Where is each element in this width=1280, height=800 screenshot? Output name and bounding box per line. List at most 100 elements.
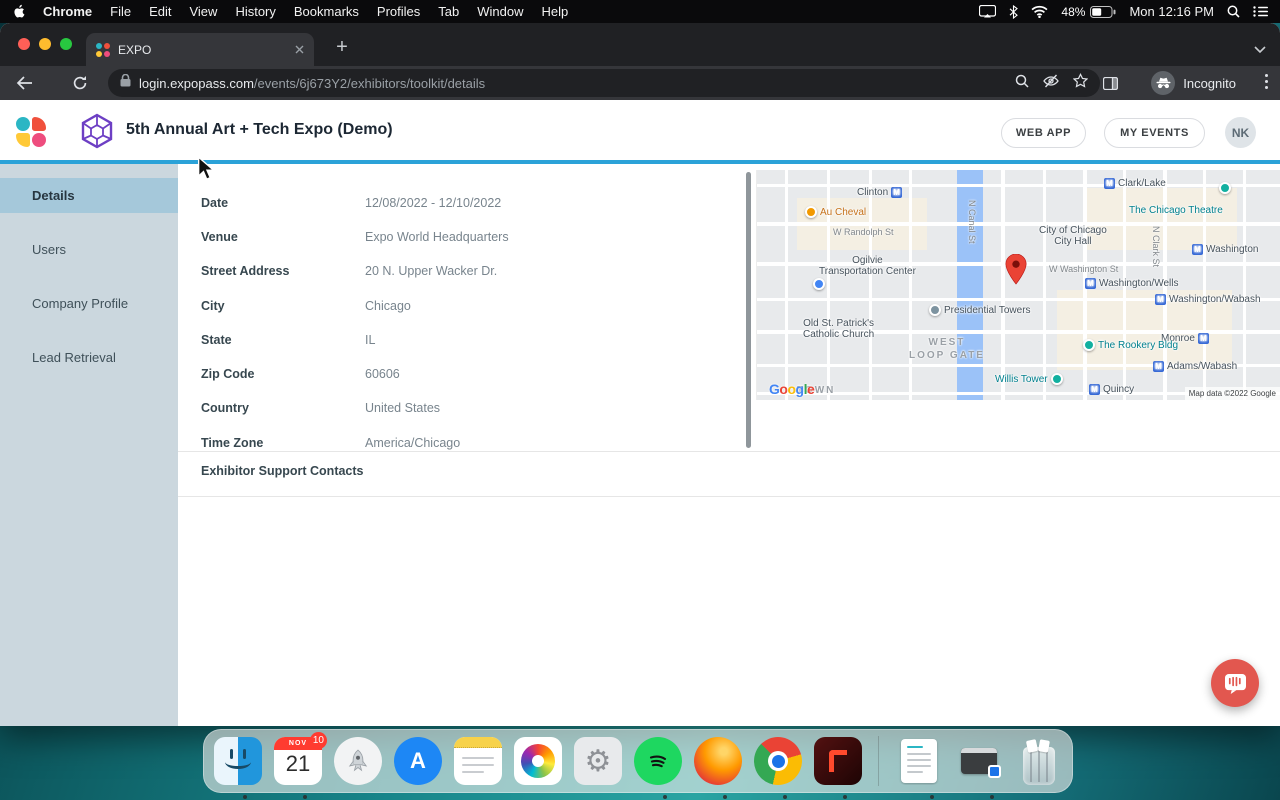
menu-item-file[interactable]: File [110,4,131,19]
map-label-washington-wabash: M Washington/Wabash [1155,294,1261,305]
search-icon[interactable] [1015,74,1029,93]
dock-icon-app-store[interactable]: A [394,737,442,785]
window-controls [18,38,72,50]
window-zoom-button[interactable] [60,38,72,50]
eye-off-icon[interactable] [1043,74,1059,93]
bluetooth-icon[interactable] [1009,4,1019,19]
running-indicator [843,795,847,799]
intercom-chat-button[interactable] [1211,659,1259,707]
sidebar-item-users[interactable]: Users [0,232,178,267]
dock-icon-firefox[interactable] [694,737,742,785]
incognito-badge[interactable]: Incognito [1151,69,1236,97]
dock-icon-trash[interactable] [1015,737,1063,785]
metro-station-icon: M [1192,244,1203,255]
map-district-west-loop: WEST LOOP GATE [909,337,985,361]
map-label-ogilvie: Ogilvie Transportation Center [819,255,916,277]
building-poi-icon [929,304,941,316]
sidebar-item-company-profile[interactable]: Company Profile [0,286,178,321]
running-indicator [303,795,307,799]
browser-toolbar: login.expopass.com/events/6j673Y2/exhibi… [0,66,1280,100]
apple-menu-icon[interactable] [12,4,25,19]
running-indicator [723,795,727,799]
table-row: State IL [178,333,738,363]
url-text: login.expopass.com/events/6j673Y2/exhibi… [139,76,485,91]
sidebar-item-lead-retrieval[interactable]: Lead Retrieval [0,340,178,375]
url-path: /events/6j673Y2/exhibitors/toolkit/detai… [253,75,486,91]
menu-item-edit[interactable]: Edit [149,4,171,19]
web-app-button[interactable]: WEB APP [1001,118,1086,148]
metro-station-icon: M [1197,333,1209,344]
dock-icon-photos[interactable] [514,737,562,785]
running-indicator [990,795,994,799]
map-block [1087,188,1237,250]
menu-item-history[interactable]: History [235,4,275,19]
screen-mirroring-icon[interactable] [979,5,997,18]
user-avatar[interactable]: NK [1225,117,1256,148]
dock-icon-chrome[interactable] [754,737,802,785]
map-label-au-cheval: Au Cheval [805,206,866,218]
dock-icon-adobe-app[interactable] [814,737,862,785]
map-label-washington: M Washington [1192,244,1258,255]
dock-icon-calendar[interactable]: 10 NOV 21 [274,732,327,785]
new-tab-button[interactable]: + [330,37,354,57]
control-center-icon[interactable] [1253,6,1268,17]
table-row: Country United States [178,401,738,431]
sidebar-item-details[interactable]: Details [0,178,178,213]
event-hexagon-icon [80,113,114,154]
reload-button[interactable] [66,69,94,97]
battery-indicator[interactable]: 48% [1061,5,1116,19]
browser-tab-expo[interactable]: EXPO [86,33,314,66]
dock-icon-system-preferences[interactable]: ⚙ [574,737,622,785]
window-close-button[interactable] [18,38,30,50]
map-label-clinton: Clinton M [857,187,903,198]
dock-icon-spotify[interactable] [634,737,682,785]
expo-pass-logo[interactable] [16,117,46,147]
row-label: City [201,299,225,313]
menu-item-help[interactable]: Help [542,4,569,19]
event-title: 5th Annual Art + Tech Expo (Demo) [126,121,393,138]
attraction-poi-icon [1083,339,1095,351]
wifi-icon[interactable] [1031,5,1048,18]
table-row: Zip Code 60606 [178,367,738,397]
map-pin-venue[interactable] [1005,253,1027,290]
url-host: login.expopass.com [139,75,254,91]
dock-icon-notes[interactable] [454,737,502,785]
side-panel-icon[interactable] [1096,69,1124,97]
tab-title: EXPO [118,42,152,57]
menu-item-profiles[interactable]: Profiles [377,4,420,19]
divider [178,451,1280,452]
dock-icon-finder[interactable] [214,737,262,785]
my-events-button[interactable]: MY EVENTS [1104,118,1205,148]
dock-icon-launchpad[interactable] [334,737,382,785]
tab-close-icon[interactable] [295,41,304,59]
bookmark-star-icon[interactable] [1072,73,1089,93]
browser-menu-icon[interactable] [1265,74,1268,89]
dock-icon-organizer-document[interactable] [895,737,943,785]
metro-station-icon: M [1085,278,1096,289]
back-button[interactable] [10,69,38,97]
sidebar: Details Users Company Profile Lead Retri… [0,164,178,726]
notification-badge: 10 [309,732,327,749]
menu-item-bookmarks[interactable]: Bookmarks [294,4,359,19]
incognito-label: Incognito [1183,75,1236,91]
menu-item-window[interactable]: Window [477,4,523,19]
menu-item-tab[interactable]: Tab [438,4,459,19]
details-panel: Date 12/08/2022 - 12/10/2022 Venue Expo Wo… [178,164,1280,726]
dock-icon-display-utility[interactable] [955,737,1003,785]
spotlight-icon[interactable] [1227,5,1240,18]
row-label: Date [201,196,229,210]
attraction-poi-icon [1050,373,1063,385]
row-value: IL [365,333,376,347]
table-row: Date 12/08/2022 - 12/10/2022 [178,196,738,226]
menu-clock[interactable]: Mon 12:16 PM [1129,4,1214,19]
row-value: 20 N. Upper Wacker Dr. [365,264,498,278]
window-minimize-button[interactable] [39,38,51,50]
menu-item-view[interactable]: View [189,4,217,19]
google-map[interactable]: Clinton M M Clark/Lake The Chicago Theatre… [756,170,1280,400]
address-bar[interactable]: login.expopass.com/events/6j673Y2/exhibi… [108,69,1100,97]
details-scrollbar[interactable] [746,172,751,448]
tab-search-chevron-icon[interactable] [1254,41,1266,59]
macos-dock: 10 NOV 21 A ⚙ [203,729,1073,793]
menu-item-chrome[interactable]: Chrome [43,4,92,19]
map-street-canal: N Canal St [967,200,977,244]
